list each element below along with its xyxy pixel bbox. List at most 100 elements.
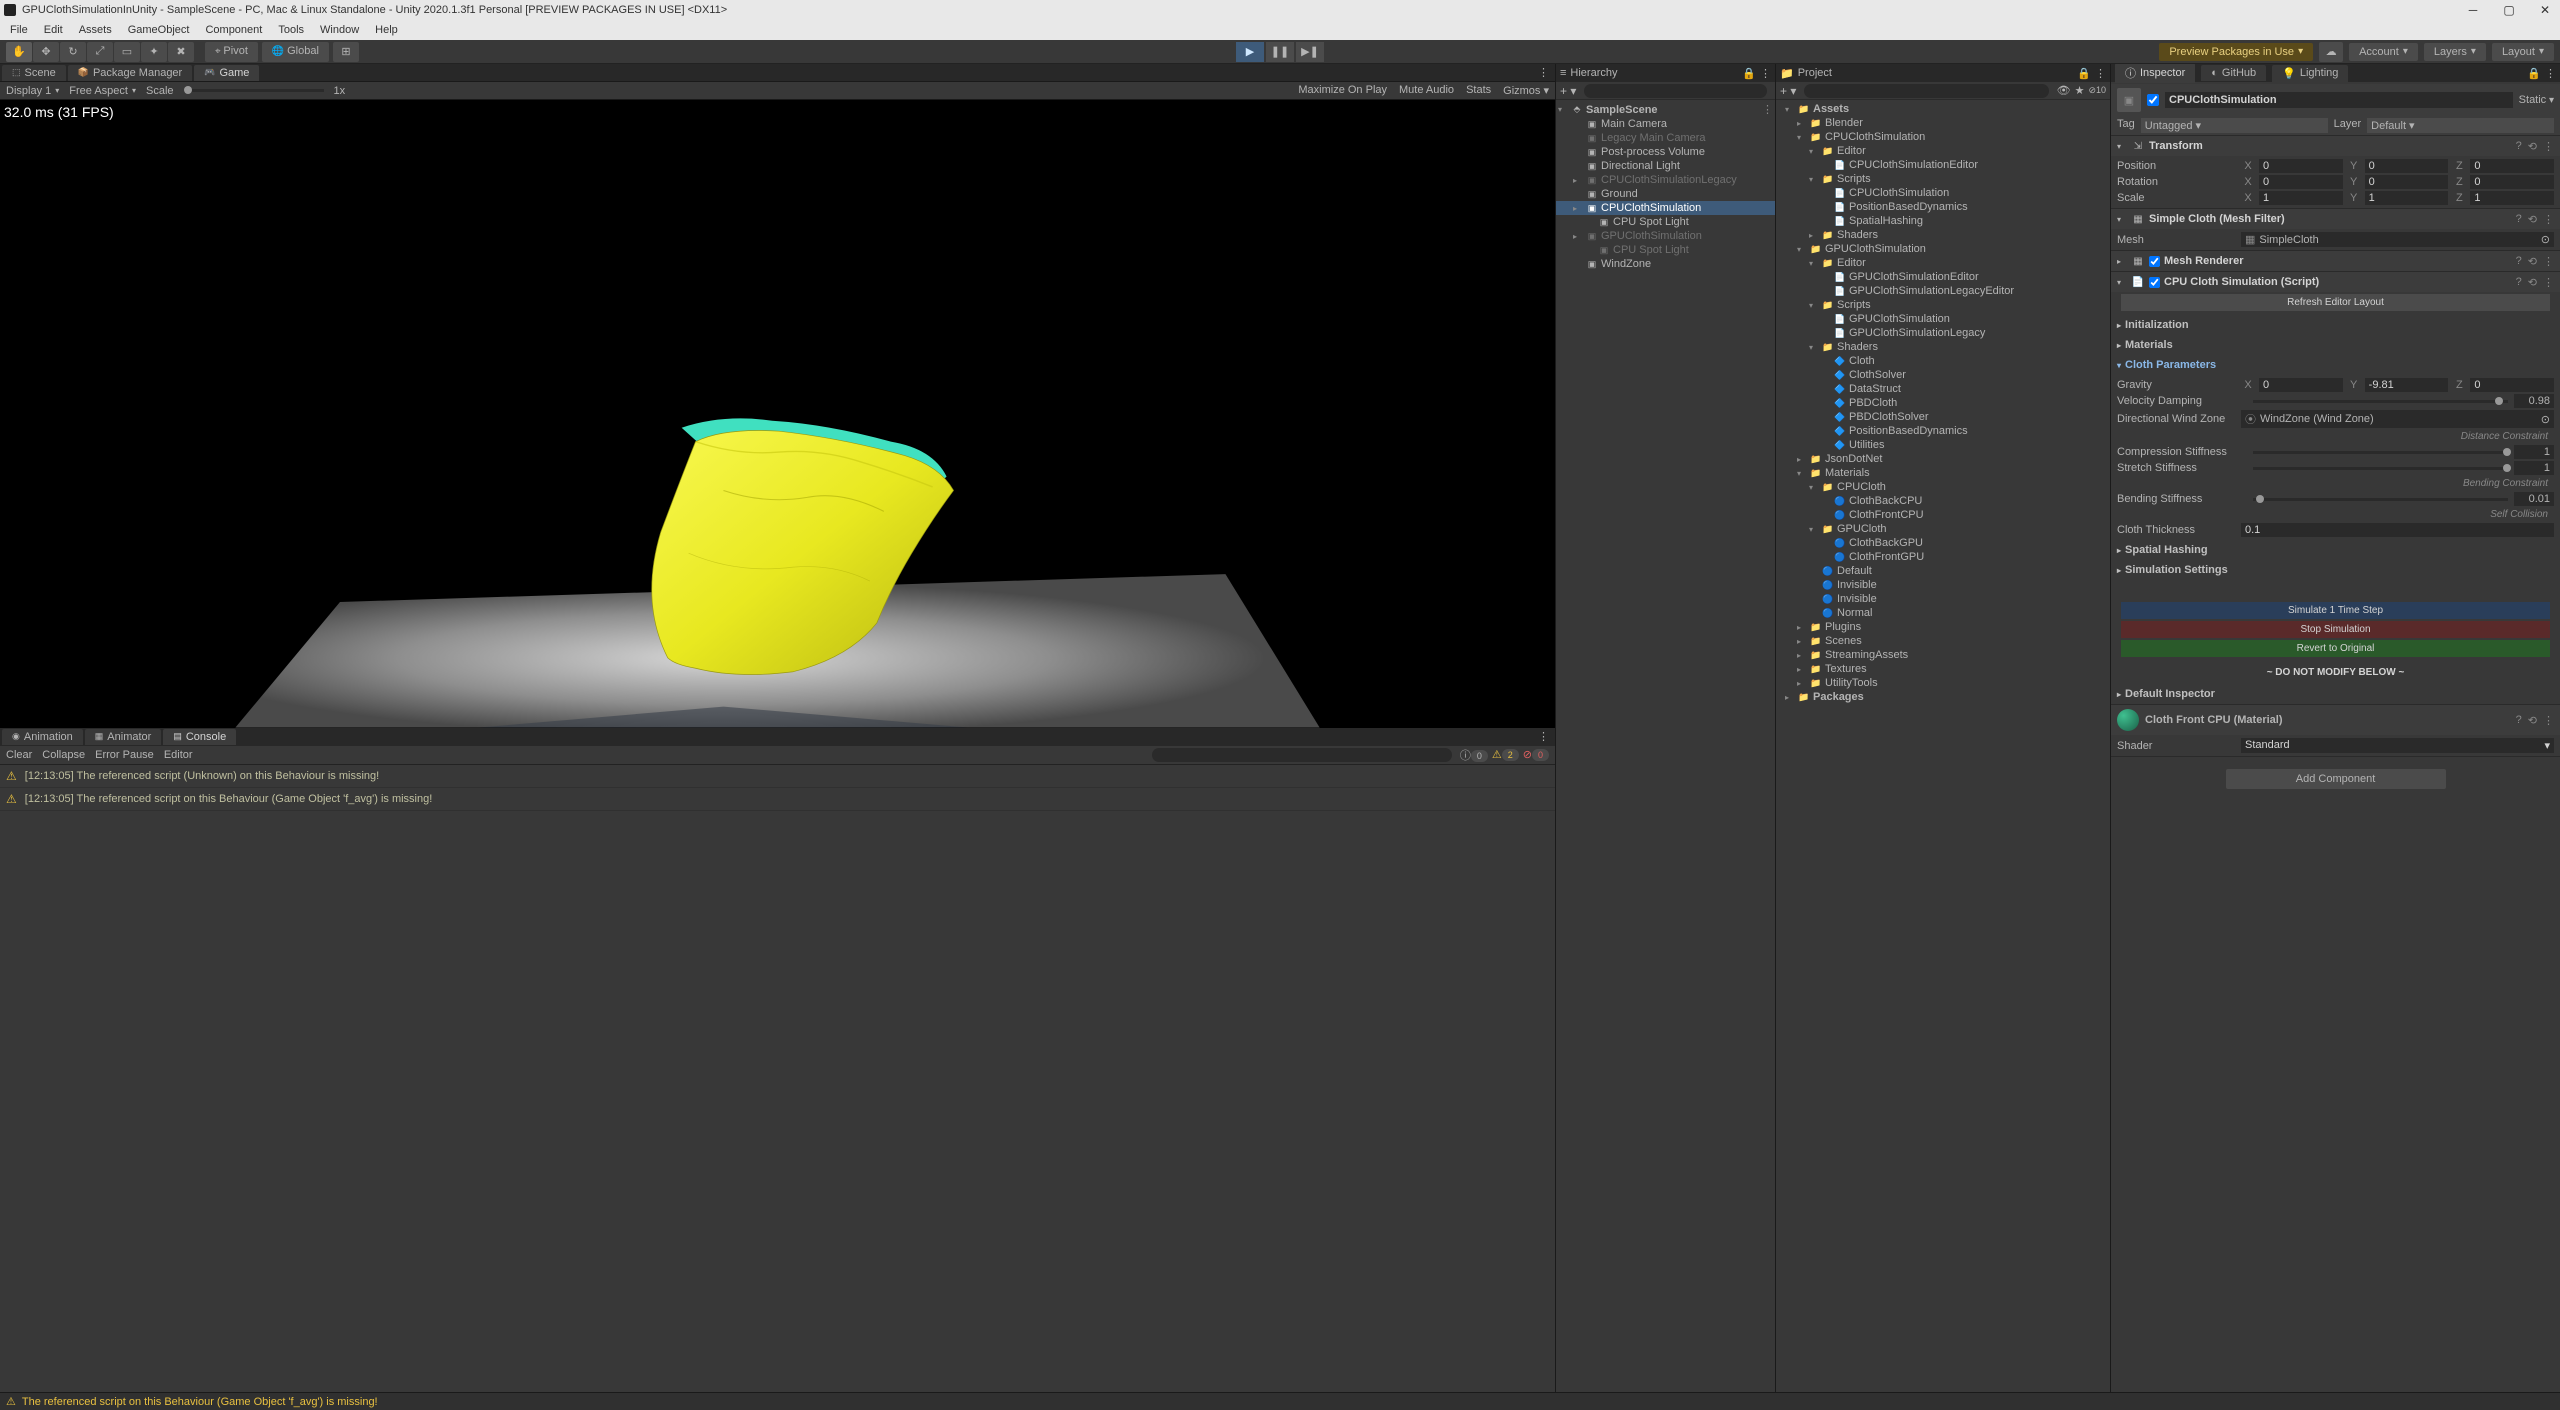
project-item[interactable]: 📄CPUClothSimulationEditor: [1776, 158, 2110, 172]
menu-icon[interactable]: ⋮: [2543, 213, 2554, 226]
project-item[interactable]: 🔵Invisible: [1776, 578, 2110, 592]
project-item[interactable]: ▾📁GPUCloth: [1776, 522, 2110, 536]
pos-y[interactable]: 0: [2365, 159, 2449, 173]
scl-x[interactable]: 1: [2259, 191, 2343, 205]
section-initialization[interactable]: ▸Initialization: [2111, 315, 2560, 335]
hierarchy-search[interactable]: [1584, 84, 1767, 98]
hierarchy-item[interactable]: ▣Main Camera: [1556, 117, 1775, 131]
project-item[interactable]: 📄GPUClothSimulation: [1776, 312, 2110, 326]
gravity-x[interactable]: 0: [2259, 378, 2343, 392]
transform-tool-button[interactable]: ✦: [141, 42, 167, 62]
project-search[interactable]: [1804, 84, 2048, 98]
project-item[interactable]: ▸📁JsonDotNet: [1776, 452, 2110, 466]
hierarchy-add-button[interactable]: + ▾: [1560, 84, 1576, 98]
section-cloth-params[interactable]: ▾Cloth Parameters: [2111, 355, 2560, 375]
panel-menu-icon[interactable]: ⋮: [2545, 67, 2556, 80]
tab-lighting[interactable]: 💡 Lighting: [2272, 65, 2348, 82]
project-item[interactable]: ▸📁Textures: [1776, 662, 2110, 676]
scene-row[interactable]: ▾⬘ SampleScene ⋮: [1556, 102, 1775, 117]
menu-icon[interactable]: ⋮: [2543, 714, 2554, 727]
hierarchy-item[interactable]: ▣Legacy Main Camera: [1556, 131, 1775, 145]
project-item[interactable]: ▸📁Plugins: [1776, 620, 2110, 634]
wind-field[interactable]: ⦿WindZone (Wind Zone)⊙: [2241, 410, 2554, 428]
project-item[interactable]: 🔵Normal: [1776, 606, 2110, 620]
custom-tool-button[interactable]: ✖: [168, 42, 194, 62]
bend-stiff-value[interactable]: 0.01: [2514, 492, 2554, 506]
project-item[interactable]: ▸📁Packages: [1776, 690, 2110, 704]
hierarchy-item[interactable]: ▸▣CPUClothSimulationLegacy: [1556, 173, 1775, 187]
object-picker-icon[interactable]: ⊙: [2541, 233, 2550, 246]
stats-toggle[interactable]: Stats: [1466, 84, 1491, 97]
tag-dropdown[interactable]: Untagged ▾: [2141, 118, 2328, 133]
mesh-field[interactable]: ▦SimpleCloth⊙: [2241, 232, 2554, 247]
tab-scene[interactable]: ⬚Scene: [2, 65, 66, 81]
meshfilter-header[interactable]: ▾▦ Simple Cloth (Mesh Filter) ?⟲⋮: [2111, 209, 2560, 229]
mute-toggle[interactable]: Mute Audio: [1399, 84, 1454, 97]
add-component-button[interactable]: Add Component: [2226, 769, 2446, 789]
menu-icon[interactable]: ⋮: [2543, 255, 2554, 268]
thickness-value[interactable]: 0.1: [2241, 523, 2554, 537]
filter-icon[interactable]: 👁: [2057, 84, 2071, 97]
account-dropdown[interactable]: Account ▾: [2349, 43, 2418, 61]
reset-icon[interactable]: ⟲: [2528, 255, 2537, 268]
panel-lock-icon[interactable]: 🔒: [1742, 67, 1756, 80]
maximize-toggle[interactable]: Maximize On Play: [1298, 84, 1387, 97]
pos-x[interactable]: 0: [2259, 159, 2343, 173]
hand-tool-button[interactable]: ✋: [6, 42, 32, 62]
editor-dropdown[interactable]: Editor: [164, 749, 193, 761]
bottom-tabs-menu-icon[interactable]: ⋮: [1534, 730, 1553, 743]
gravity-y[interactable]: -9.81: [2365, 378, 2449, 392]
rot-x[interactable]: 0: [2259, 175, 2343, 189]
project-item[interactable]: ▾📁Editor: [1776, 144, 2110, 158]
script-enabled[interactable]: [2149, 277, 2160, 288]
project-item[interactable]: 🔵ClothBackGPU: [1776, 536, 2110, 550]
menu-icon[interactable]: ⋮: [2543, 140, 2554, 153]
project-add-button[interactable]: + ▾: [1780, 84, 1796, 98]
project-item[interactable]: ▾📁Scripts: [1776, 172, 2110, 186]
project-item[interactable]: 🔷Cloth: [1776, 354, 2110, 368]
meshrenderer-enabled[interactable]: [2149, 256, 2160, 267]
move-tool-button[interactable]: ✥: [33, 42, 59, 62]
console-row[interactable]: ⚠[12:13:05] The referenced script (Unkno…: [0, 765, 1555, 788]
help-icon[interactable]: ?: [2516, 714, 2522, 727]
project-item[interactable]: 📄GPUClothSimulationLegacyEditor: [1776, 284, 2110, 298]
rect-tool-button[interactable]: ▭: [114, 42, 140, 62]
hierarchy-item[interactable]: ▣CPU Spot Light: [1556, 215, 1775, 229]
project-item[interactable]: ▾📁Scripts: [1776, 298, 2110, 312]
project-item[interactable]: ▾📁Materials: [1776, 466, 2110, 480]
reset-icon[interactable]: ⟲: [2528, 213, 2537, 226]
help-icon[interactable]: ?: [2516, 213, 2522, 226]
layer-dropdown[interactable]: Default ▾: [2367, 118, 2554, 133]
menu-tools[interactable]: Tools: [272, 22, 310, 38]
project-item[interactable]: 📄GPUClothSimulationEditor: [1776, 270, 2110, 284]
gameobject-active-checkbox[interactable]: [2147, 94, 2159, 106]
scale-slider[interactable]: [184, 89, 324, 92]
section-spatial-hashing[interactable]: ▸Spatial Hashing: [2111, 540, 2560, 560]
project-item[interactable]: 🔷PositionBasedDynamics: [1776, 424, 2110, 438]
play-button[interactable]: ▶: [1236, 42, 1264, 62]
tab-package-manager[interactable]: 📦Package Manager: [68, 65, 193, 81]
pause-button[interactable]: ❚❚: [1266, 42, 1294, 62]
project-item[interactable]: 📄GPUClothSimulationLegacy: [1776, 326, 2110, 340]
step-button[interactable]: ▶❚: [1296, 42, 1324, 62]
error-pause-toggle[interactable]: Error Pause: [95, 749, 154, 761]
project-item[interactable]: 📄SpatialHashing: [1776, 214, 2110, 228]
reset-icon[interactable]: ⟲: [2528, 714, 2537, 727]
project-item[interactable]: ▾📁CPUClothSimulation: [1776, 130, 2110, 144]
project-item[interactable]: ▸📁StreamingAssets: [1776, 648, 2110, 662]
project-item[interactable]: ▸📁Scenes: [1776, 634, 2110, 648]
project-item[interactable]: ▾📁Assets: [1776, 102, 2110, 116]
project-item[interactable]: ▸📁Blender: [1776, 116, 2110, 130]
menu-file[interactable]: File: [4, 22, 34, 38]
project-item[interactable]: 🔷PBDClothSolver: [1776, 410, 2110, 424]
panel-menu-icon[interactable]: ⋮: [1760, 67, 1771, 80]
layers-dropdown[interactable]: Layers ▾: [2424, 43, 2486, 61]
close-button[interactable]: ✕: [2534, 3, 2556, 17]
reset-icon[interactable]: ⟲: [2528, 276, 2537, 289]
panel-lock-icon[interactable]: 🔒: [2527, 67, 2541, 80]
project-item[interactable]: ▸📁UtilityTools: [1776, 676, 2110, 690]
hierarchy-item[interactable]: ▸▣CPUClothSimulation: [1556, 201, 1775, 215]
game-viewport[interactable]: 32.0 ms (31 FPS): [0, 100, 1555, 728]
scene-menu-icon[interactable]: ⋮: [1762, 103, 1773, 116]
transform-header[interactable]: ▾⇲ Transform ?⟲⋮: [2111, 136, 2560, 156]
